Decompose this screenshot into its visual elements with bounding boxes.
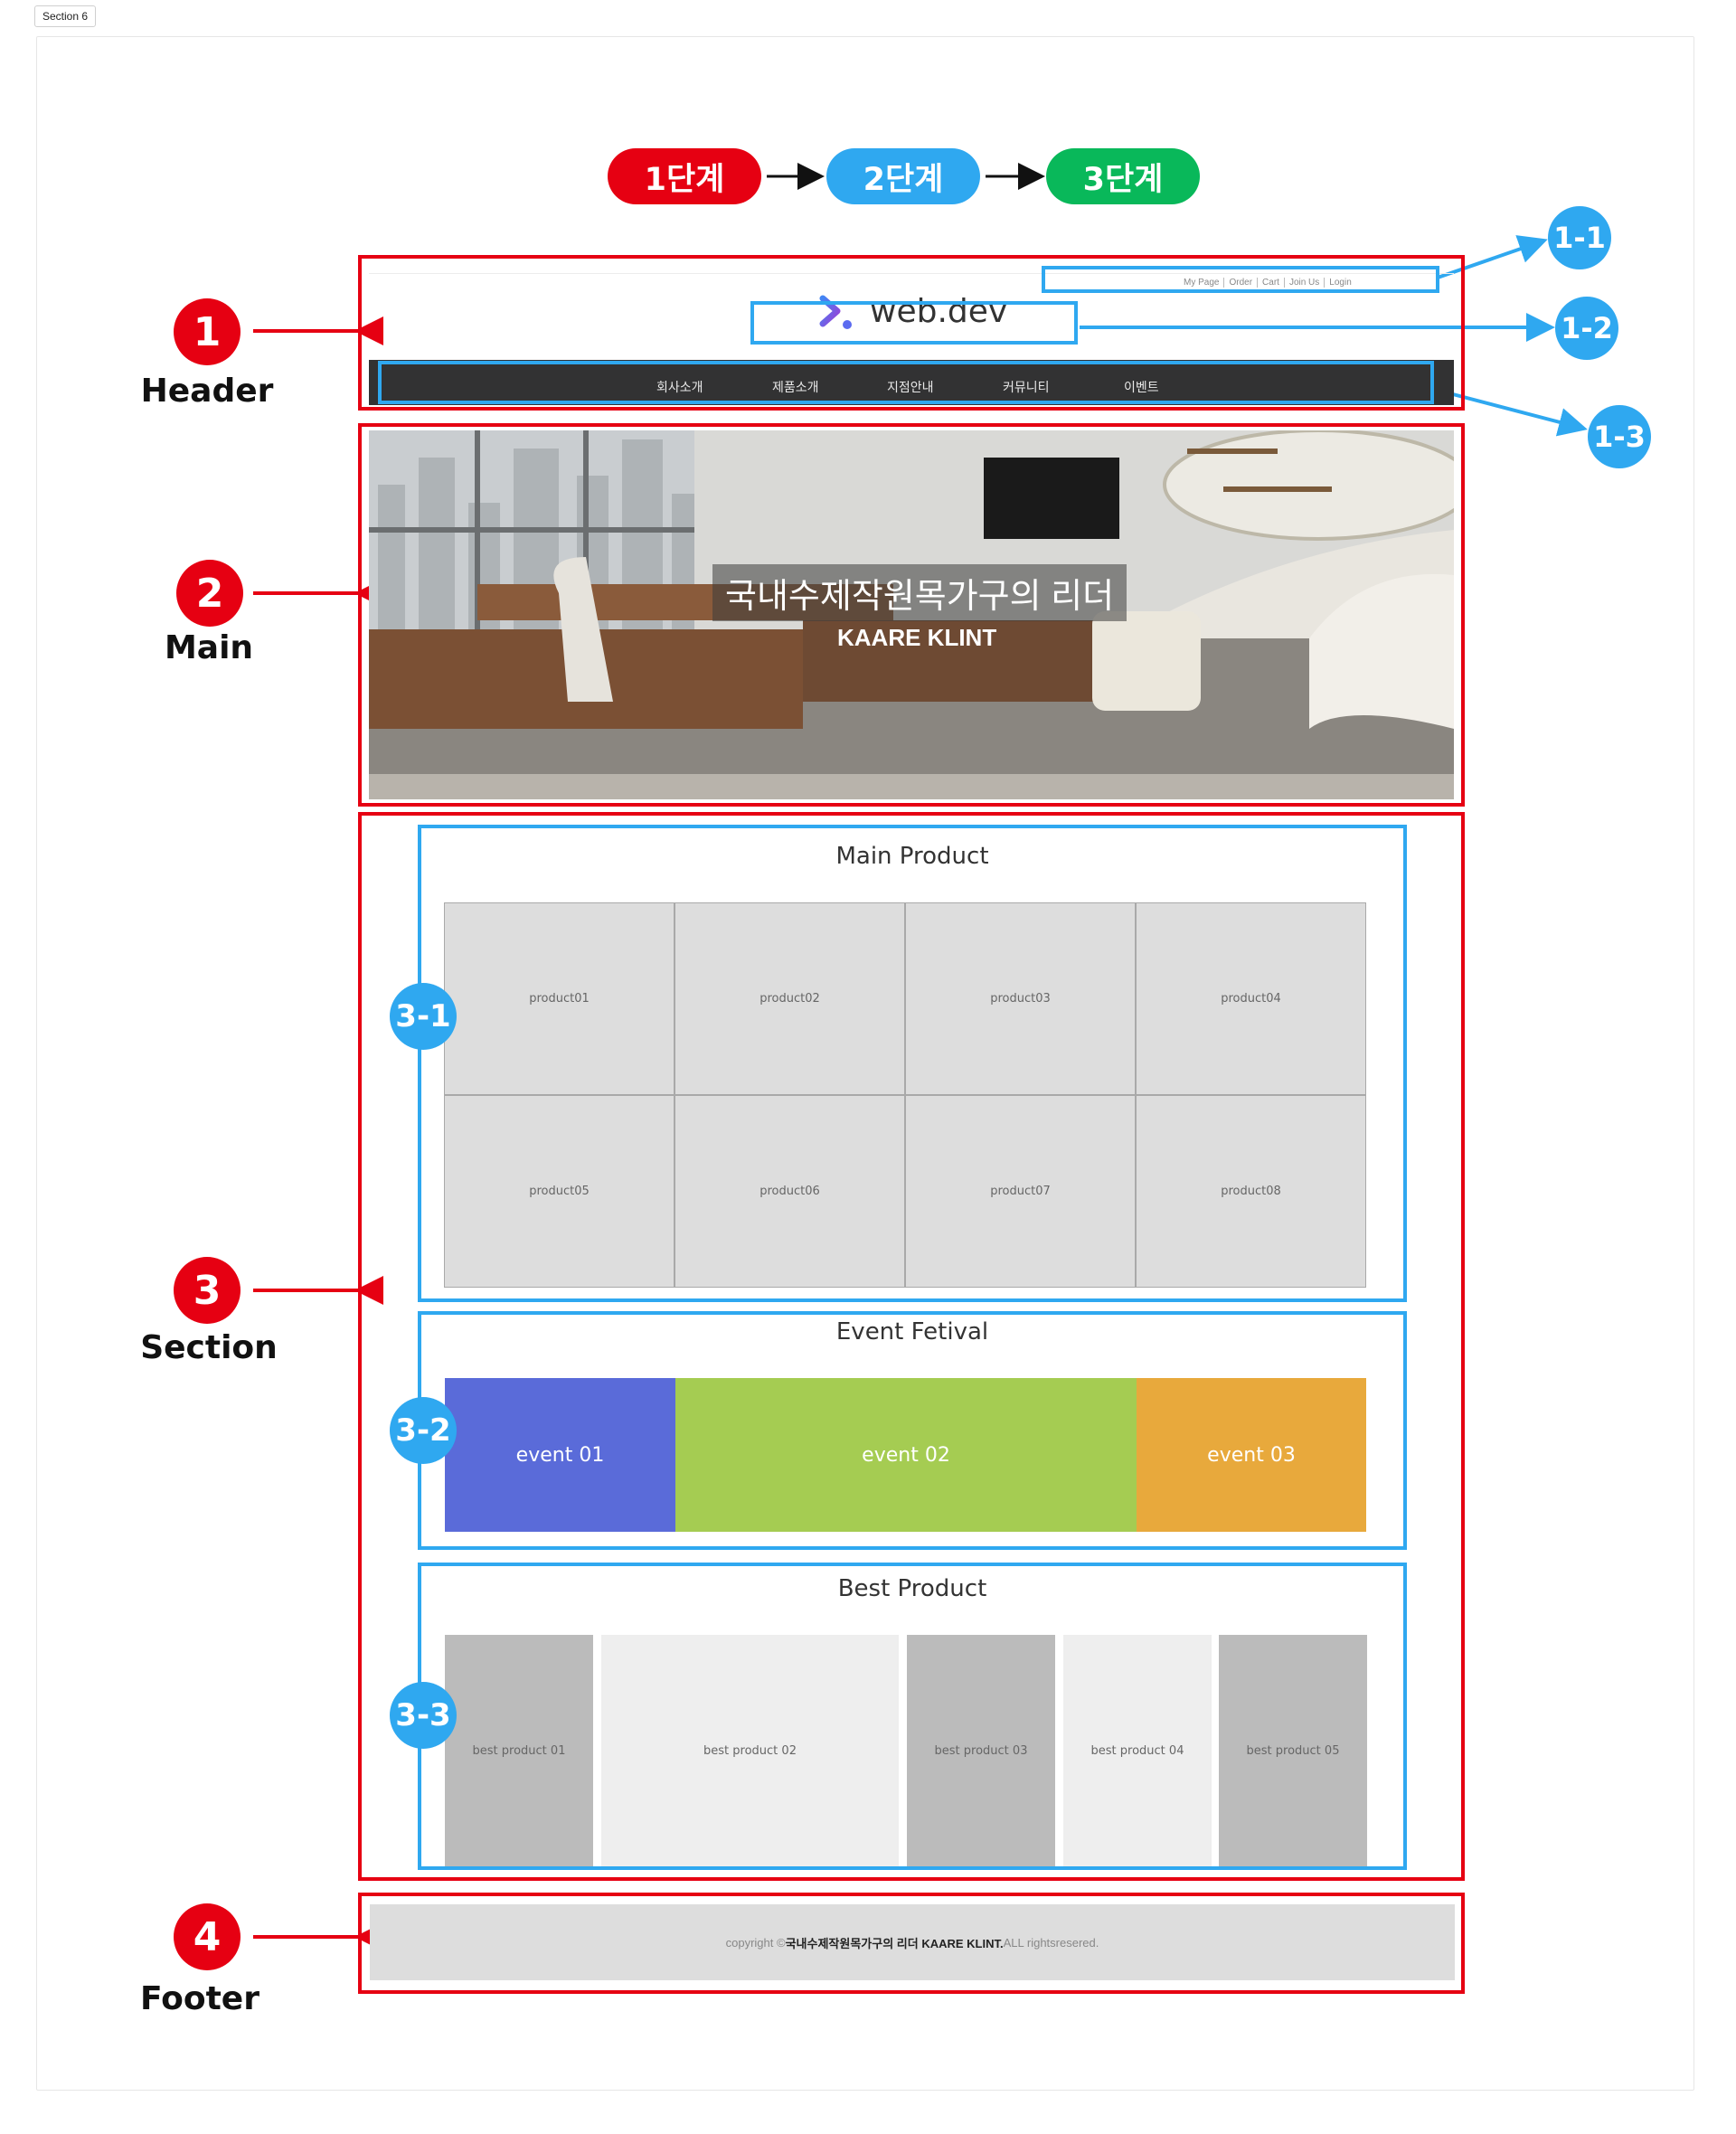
best-product-card-01[interactable]: best product 01 — [445, 1635, 593, 1866]
badge-1-3: 1-3 — [1588, 405, 1651, 468]
util-highlight-1-1 — [1042, 266, 1439, 293]
product-card-02[interactable]: product02 — [675, 902, 905, 1095]
badge-1-2: 1-2 — [1555, 297, 1618, 360]
footer-badge: 4 — [174, 1903, 241, 1970]
footer-bar: copyright © 국내수제작원목가구의 리더 KAARE KLINT. AL… — [370, 1904, 1455, 1980]
event-card-01[interactable]: event 01 — [445, 1378, 675, 1532]
footer-copyright-prefix: copyright © — [725, 1935, 786, 1950]
header-badge: 1 — [174, 298, 241, 365]
hero-subtitle: KAARE KLINT — [837, 624, 997, 651]
product-card-03[interactable]: product03 — [905, 902, 1136, 1095]
event-title: Event Fetival — [835, 1318, 989, 1346]
badge-3-2: 3-2 — [390, 1397, 457, 1464]
product-card-01[interactable]: product01 — [444, 902, 675, 1095]
footer-copyright-suffix: ALL rightsresered. — [1003, 1935, 1099, 1950]
product-card-08[interactable]: product08 — [1136, 1095, 1366, 1288]
best-product-card-05[interactable]: best product 05 — [1219, 1635, 1367, 1866]
logo-highlight-1-2 — [750, 301, 1078, 345]
header-label: Header — [140, 373, 274, 410]
best-product-card-02[interactable]: best product 02 — [601, 1635, 899, 1866]
best-product-title: Best Product — [837, 1575, 987, 1602]
event-card-02[interactable]: event 02 — [675, 1378, 1137, 1532]
footer-label: Footer — [140, 1980, 259, 2017]
badge-3-3: 3-3 — [390, 1682, 457, 1749]
hero-title: 국내수제작원목가구의 리더 — [712, 564, 1127, 621]
main-badge: 2 — [176, 560, 243, 627]
best-product-card-04[interactable]: best product 04 — [1063, 1635, 1212, 1866]
product-card-07[interactable]: product07 — [905, 1095, 1136, 1288]
main-product-title: Main Product — [835, 843, 989, 870]
main-label: Main — [164, 629, 254, 666]
section-label: Section — [140, 1329, 278, 1366]
canvas: Section 6 1단계 2단계 3단계 1 Header 2 Main 3 … — [0, 0, 1736, 2134]
main-product-grid: product01 product02 product03 product04 … — [444, 902, 1366, 1288]
badge-1-1: 1-1 — [1548, 206, 1611, 269]
best-product-card-03[interactable]: best product 03 — [907, 1635, 1055, 1866]
badge-3-1: 3-1 — [390, 983, 457, 1050]
product-card-04[interactable]: product04 — [1136, 902, 1366, 1095]
footer-copyright-brand: 국내수제작원목가구의 리더 KAARE KLINT. — [785, 1936, 1004, 1950]
product-card-05[interactable]: product05 — [444, 1095, 675, 1288]
event-card-03[interactable]: event 03 — [1137, 1378, 1366, 1532]
section-badge: 3 — [174, 1257, 241, 1324]
gnb-highlight-1-3 — [378, 361, 1434, 404]
product-card-06[interactable]: product06 — [675, 1095, 905, 1288]
